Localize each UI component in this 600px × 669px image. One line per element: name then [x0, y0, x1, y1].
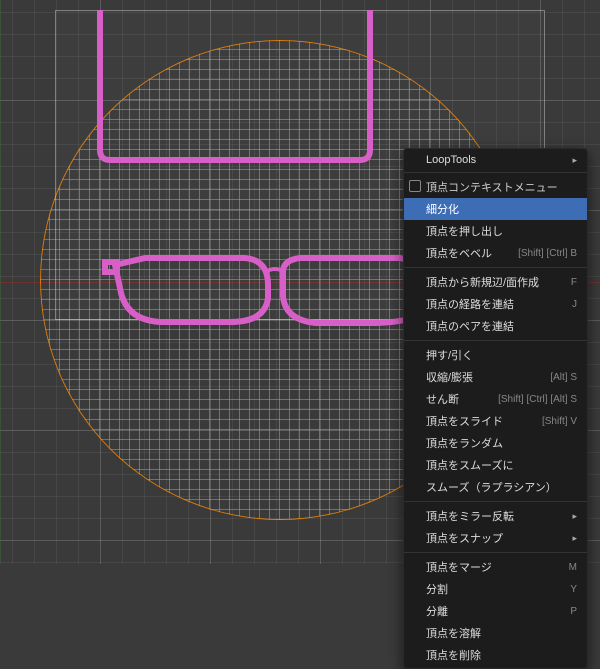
- chevron-right-icon: [572, 511, 577, 522]
- menu-shortcut: [Shift] [Ctrl] [Alt] S: [498, 394, 577, 405]
- menu-label: LoopTools: [426, 154, 476, 166]
- menu-label: 頂点を溶解: [426, 625, 481, 641]
- menu-smooth-laplacian[interactable]: スムーズ（ラプラシアン）: [404, 476, 587, 498]
- menu-separator: [404, 172, 587, 173]
- menu-label: 頂点をスナップ: [426, 530, 503, 546]
- menu-looptools[interactable]: LoopTools: [404, 151, 587, 169]
- menu-shrink-fatten[interactable]: 収縮/膨張 [Alt] S: [404, 366, 587, 388]
- menu-label: 収縮/膨張: [426, 369, 473, 385]
- menu-label: 頂点を押し出し: [426, 223, 503, 239]
- menu-label: 頂点をマージ: [426, 559, 492, 575]
- menu-header: 頂点コンテキストメニュー: [404, 176, 587, 198]
- menu-shortcut: P: [570, 606, 577, 617]
- menu-smooth-vertices[interactable]: 頂点をスムーズに: [404, 454, 587, 476]
- menu-new-edge-face[interactable]: 頂点から新規辺/面作成 F: [404, 271, 587, 293]
- menu-label: 頂点をランダム: [426, 435, 503, 451]
- menu-separator: [404, 267, 587, 268]
- menu-shortcut: F: [571, 277, 577, 288]
- menu-label: スムーズ（ラプラシアン）: [426, 479, 557, 495]
- menu-shortcut: J: [572, 299, 577, 310]
- menu-label: 頂点をスライド: [426, 413, 503, 429]
- menu-label: せん断: [426, 391, 459, 407]
- chevron-right-icon: [572, 533, 577, 544]
- vertex-icon: [409, 180, 421, 192]
- menu-separator: [404, 340, 587, 341]
- chevron-right-icon: [572, 155, 577, 166]
- menu-shortcut: [Alt] S: [550, 372, 577, 383]
- menu-split[interactable]: 分割 Y: [404, 578, 587, 600]
- menu-merge-vertices[interactable]: 頂点をマージ M: [404, 556, 587, 578]
- menu-label: 分離: [426, 603, 448, 619]
- vertex-context-menu[interactable]: LoopTools 頂点コンテキストメニュー 細分化 頂点を押し出し 頂点をベベ…: [403, 148, 588, 669]
- menu-extrude-vertices[interactable]: 頂点を押し出し: [404, 220, 587, 242]
- menu-snap-vertices[interactable]: 頂点をスナップ: [404, 527, 587, 549]
- menu-push-pull[interactable]: 押す/引く: [404, 344, 587, 366]
- menu-separator: [404, 552, 587, 553]
- menu-header-label: 頂点コンテキストメニュー: [426, 179, 558, 195]
- menu-label: 頂点の経路を連結: [426, 296, 514, 312]
- menu-shear[interactable]: せん断 [Shift] [Ctrl] [Alt] S: [404, 388, 587, 410]
- menu-mirror-vertices[interactable]: 頂点をミラー反転: [404, 505, 587, 527]
- menu-delete-vertices[interactable]: 頂点を削除: [404, 644, 587, 666]
- menu-label: 押す/引く: [426, 347, 473, 363]
- menu-label: 分割: [426, 581, 448, 597]
- menu-label: 頂点をベベル: [426, 245, 492, 261]
- menu-label: 頂点から新規辺/面作成: [426, 274, 539, 290]
- menu-shortcut: [Shift] V: [542, 416, 577, 427]
- menu-bevel-vertices[interactable]: 頂点をベベル [Shift] [Ctrl] B: [404, 242, 587, 264]
- menu-connect-path[interactable]: 頂点の経路を連結 J: [404, 293, 587, 315]
- menu-subdivide[interactable]: 細分化: [404, 198, 587, 220]
- menu-shortcut: [Shift] [Ctrl] B: [518, 248, 577, 259]
- menu-shortcut: Y: [570, 584, 577, 595]
- menu-separator: [404, 501, 587, 502]
- menu-shortcut: M: [569, 562, 577, 573]
- menu-label: 頂点のペアを連結: [426, 318, 514, 334]
- menu-label: 頂点を削除: [426, 647, 481, 663]
- menu-slide-vertices[interactable]: 頂点をスライド [Shift] V: [404, 410, 587, 432]
- menu-label: 細分化: [426, 201, 459, 217]
- menu-randomize-vertices[interactable]: 頂点をランダム: [404, 432, 587, 454]
- menu-label: 頂点をスムーズに: [426, 457, 513, 473]
- menu-separate[interactable]: 分離 P: [404, 600, 587, 622]
- menu-connect-pairs[interactable]: 頂点のペアを連結: [404, 315, 587, 337]
- menu-dissolve-vertices[interactable]: 頂点を溶解: [404, 622, 587, 644]
- menu-label: 頂点をミラー反転: [426, 508, 514, 524]
